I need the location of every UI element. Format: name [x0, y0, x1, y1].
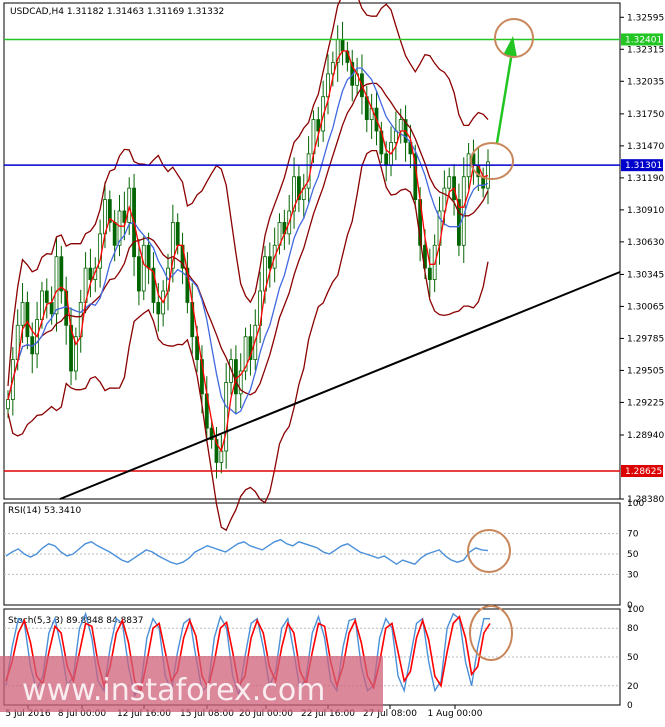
stoch-tick-label: 80 — [627, 624, 639, 634]
candle-body — [49, 302, 54, 315]
price-y-tick-label: 1.30345 — [627, 270, 664, 280]
candle-body — [146, 244, 151, 269]
candle-body — [6, 399, 10, 410]
stoch-tick-label: 100 — [627, 605, 644, 615]
candle-body — [40, 290, 44, 320]
rsi-tick-label: 70 — [627, 530, 639, 540]
price-y-tick-label: 1.31750 — [627, 110, 664, 120]
level-price-label: 1.28625 — [625, 467, 662, 477]
candle-body — [219, 450, 224, 463]
candle-body — [137, 256, 141, 292]
candle-body — [59, 256, 64, 292]
price-y-tick-label: 1.29505 — [627, 366, 664, 376]
stoch-tick-label: 0 — [627, 701, 633, 711]
price-y-tick-label: 1.31470 — [627, 142, 664, 152]
price-y-tick-label: 1.28940 — [627, 431, 664, 441]
price-y-tick-label: 1.32035 — [627, 77, 664, 87]
candle-body — [340, 39, 345, 52]
candle-body — [398, 119, 403, 132]
price-chart-title: USDCAD,H4 1.31182 1.31463 1.31169 1.3133… — [10, 7, 224, 17]
candle-body — [393, 130, 398, 143]
candle-body — [25, 302, 30, 338]
candle-body — [112, 222, 117, 246]
candle-body — [141, 244, 146, 292]
candle-body — [20, 302, 25, 326]
watermark-text: www.instaforex.com — [22, 673, 325, 708]
price-y-tick-label: 1.30910 — [627, 206, 664, 216]
candle-body — [44, 290, 49, 303]
candle-body — [233, 359, 238, 395]
stoch-tick-label: 20 — [627, 682, 639, 692]
candle-body — [175, 222, 180, 246]
candle-body — [427, 267, 432, 280]
level-price-label: 1.31301 — [625, 161, 662, 171]
price-y-tick-label: 1.29225 — [627, 398, 664, 408]
candle-body — [54, 256, 59, 315]
rsi-tick-label: 100 — [627, 499, 644, 509]
level-price-label: 1.32401 — [625, 35, 662, 45]
candle-body — [156, 302, 161, 315]
price-panel — [3, 2, 621, 500]
price-y-tick-label: 1.30065 — [627, 302, 664, 312]
chart-window: USDCAD,H4 1.31182 1.31463 1.31169 1.3133… — [0, 0, 665, 723]
candle-body — [267, 256, 272, 269]
x-tick-label: 1 Aug 00:00 — [428, 709, 483, 719]
stoch-tick-label: 50 — [627, 653, 639, 663]
price-y-tick-label: 1.32315 — [627, 45, 664, 55]
candle-body — [447, 176, 452, 189]
candle-body — [224, 382, 229, 452]
rsi-tick-label: 50 — [627, 550, 639, 560]
chart-svg[interactable]: USDCAD,H4 1.31182 1.31463 1.31169 1.3133… — [0, 0, 665, 723]
rsi-title: RSI(14) 53.3410 — [8, 506, 81, 516]
rsi-tick-label: 30 — [627, 570, 639, 580]
price-y-tick-label: 1.29785 — [627, 334, 664, 344]
candle-body — [88, 267, 93, 280]
candle-body — [384, 153, 389, 166]
price-y-tick-label: 1.31190 — [627, 174, 664, 184]
price-y-tick-label: 1.30630 — [627, 238, 664, 248]
price-y-tick-label: 1.32595 — [627, 13, 664, 23]
